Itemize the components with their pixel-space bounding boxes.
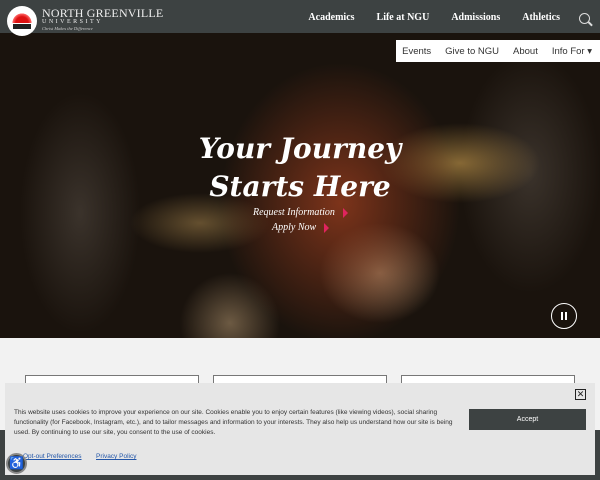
secondary-nav: Events Give to NGU About Info For ▾ <box>396 40 600 62</box>
accept-button[interactable]: Accept <box>469 409 586 430</box>
nav-events[interactable]: Events <box>402 46 431 57</box>
brand-wordmark[interactable]: NORTH GREENVILLE UNIVERSITY Christ Makes… <box>42 7 163 32</box>
nav-admissions[interactable]: Admissions <box>451 12 500 23</box>
nav-academics[interactable]: Academics <box>308 12 354 23</box>
opt-out-preferences-link[interactable]: Opt-out Preferences <box>23 453 82 460</box>
arrow-right-icon <box>342 207 348 218</box>
pause-icon[interactable] <box>551 303 577 329</box>
nav-athletics[interactable]: Athletics <box>522 12 560 23</box>
nav-info-for[interactable]: Info For ▾ <box>552 46 592 57</box>
accessibility-icon[interactable]: ♿ <box>6 453 27 474</box>
university-logo[interactable] <box>7 6 37 36</box>
nav-life-at-ngu[interactable]: Life at NGU <box>377 12 430 23</box>
arrow-right-icon <box>324 222 330 233</box>
request-information-link[interactable]: Request Information <box>253 207 348 218</box>
cookie-banner: ✕ This website uses cookies to improve y… <box>5 383 595 475</box>
close-icon[interactable]: ✕ <box>575 389 586 400</box>
top-navigation-bar: NORTH GREENVILLE UNIVERSITY Christ Makes… <box>0 0 600 36</box>
hero-headline: Your Journey Starts Here <box>198 132 402 203</box>
search-icon[interactable] <box>579 13 590 24</box>
nav-about[interactable]: About <box>513 46 538 57</box>
cookie-text: This website uses cookies to improve you… <box>14 409 453 436</box>
privacy-policy-link[interactable]: Privacy Policy <box>96 453 136 460</box>
main-nav: Academics Life at NGU Admissions Athleti… <box>308 12 560 23</box>
apply-now-link[interactable]: Apply Now <box>272 222 330 233</box>
nav-give[interactable]: Give to NGU <box>445 46 499 57</box>
